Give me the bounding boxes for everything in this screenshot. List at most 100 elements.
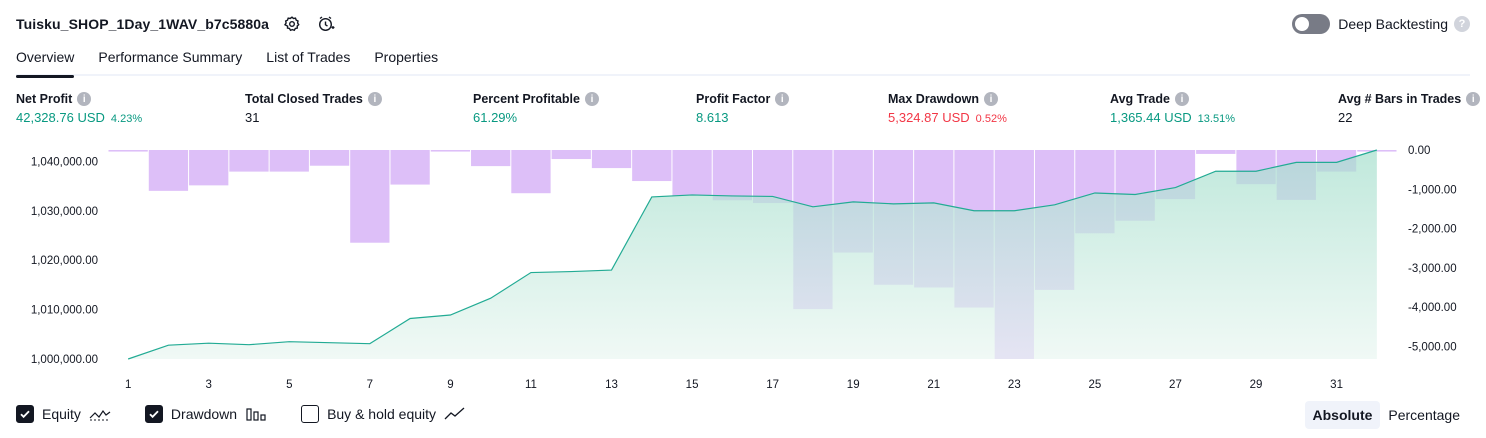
left-axis-tick-label: 1,020,000.00 (31, 255, 98, 267)
bar-chart-icon (246, 408, 266, 421)
metrics-bar: Net Profit i 42,328.76 USD 4.23% Total Clo… (16, 92, 1481, 132)
right-axis: 0.00 -1,000.00 -2,000.00 -3,000.00 -4,000.00… (1408, 145, 1457, 353)
deep-backtesting-label: Deep Backtesting (1338, 16, 1448, 32)
add-alert-clock-icon[interactable] (315, 13, 337, 35)
buy-hold-checkbox[interactable] (301, 405, 320, 423)
info-icon[interactable]: i (367, 92, 382, 106)
deep-backtesting-toggle[interactable] (1292, 14, 1331, 34)
metric-label: Net Profit (16, 92, 73, 106)
drawdown-checkbox[interactable] (144, 405, 163, 423)
report-tabs: Overview Performance Summary List of Tra… (16, 46, 1470, 78)
metric-value: 31 (245, 110, 260, 125)
metric-label: Profit Factor (696, 92, 771, 106)
tab-properties[interactable]: Properties (374, 46, 438, 76)
legend-label: Equity (42, 406, 81, 422)
left-axis-tick-label: 1,010,000.00 (31, 305, 98, 317)
metric-total-closed-trades: Total Closed Trades i 31 (245, 92, 382, 125)
metric-value: 22 (1338, 110, 1353, 125)
right-axis-tick-label: -2,000.00 (1408, 224, 1457, 236)
metric-avg-bars-in-trades: Avg # Bars in Trades i 22 (1338, 92, 1481, 125)
metric-value: 8.613 (696, 110, 729, 125)
metric-percent-profitable: Percent Profitable i 61.29% (473, 92, 599, 125)
drawdown-bar (430, 150, 471, 152)
drawdown-bar (551, 150, 591, 160)
drawdown-bar (632, 150, 672, 182)
metric-percent: 13.51% (1197, 113, 1235, 125)
left-axis-tick-label: 1,030,000.00 (31, 206, 98, 218)
strategy-title: Tuisku_SHOP_1Day_1WAV_b7c5880a (16, 16, 270, 32)
equity-checkbox[interactable] (16, 405, 34, 423)
x-axis: 1 3 5 7 9 11 13 15 17 19 21 23 25 27 29 31 (125, 379, 1343, 391)
metric-label: Avg Trade (1110, 92, 1170, 106)
help-icon[interactable]: ? (1454, 16, 1470, 32)
metric-value: 42,328.76 USD (16, 110, 105, 125)
metric-label: Percent Profitable (473, 92, 580, 106)
info-icon[interactable]: i (77, 92, 92, 106)
x-axis-tick-label: 23 (1008, 379, 1021, 391)
strategy-header: Tuisku_SHOP_1Day_1WAV_b7c5880a (16, 10, 337, 38)
metric-label: Total Closed Trades (245, 92, 363, 106)
info-icon[interactable]: i (1466, 92, 1481, 106)
drawdown-bar (471, 150, 511, 167)
legend-label: Buy & hold equity (327, 406, 437, 422)
drawdown-bar (108, 150, 148, 152)
x-axis-tick-label: 21 (927, 379, 940, 391)
metric-value: 5,324.87 USD (888, 110, 970, 125)
value-mode-toggle: Absolute Percentage (1304, 400, 1469, 430)
x-axis-tick-label: 17 (766, 379, 779, 391)
drawdown-bar (309, 150, 350, 166)
right-axis-tick-label: 0.00 (1408, 145, 1430, 157)
right-axis-tick-label: -1,000.00 (1408, 184, 1457, 196)
drawdown-bar (229, 150, 269, 172)
drawdown-bar (350, 150, 390, 243)
x-axis-tick-label: 11 (525, 379, 537, 391)
settings-gear-icon[interactable] (281, 13, 303, 35)
metric-profit-factor: Profit Factor i 8.613 (696, 92, 790, 125)
metric-label: Max Drawdown (888, 92, 979, 106)
right-axis-tick-label: -3,000.00 (1408, 263, 1457, 275)
tab-performance-summary[interactable]: Performance Summary (98, 46, 242, 76)
x-axis-tick-label: 15 (686, 379, 699, 391)
info-icon[interactable]: i (984, 92, 998, 106)
metric-avg-trade: Avg Trade i 1,365.44 USD 13.51% (1110, 92, 1235, 125)
drawdown-bar (672, 150, 712, 196)
equity-drawdown-chart[interactable]: 1,000,000.00 1,010,000.00 1,020,000.00 1,03… (0, 140, 1486, 395)
x-axis-tick-label: 19 (847, 379, 860, 391)
x-axis-tick-label: 25 (1088, 379, 1101, 391)
info-icon[interactable]: i (775, 92, 790, 106)
drawdown-bar (269, 150, 309, 172)
info-icon[interactable]: i (1174, 92, 1189, 106)
legend-equity[interactable]: Equity (16, 405, 111, 423)
drawdown-bar (148, 150, 189, 191)
tab-overview[interactable]: Overview (16, 46, 75, 78)
metric-percent: 0.52% (975, 113, 1007, 125)
tab-list-of-trades[interactable]: List of Trades (266, 46, 350, 76)
drawdown-bar (511, 150, 551, 194)
chart-legend: Equity Drawdown Buy & hold equity (16, 402, 500, 426)
metric-label: Avg # Bars in Trades (1338, 92, 1462, 106)
drawdown-bar (712, 150, 752, 201)
legend-label: Drawdown (170, 406, 238, 422)
drawdown-bar (1196, 150, 1236, 154)
x-axis-tick-label: 27 (1169, 379, 1182, 391)
left-axis-tick-label: 1,040,000.00 (31, 156, 98, 168)
check-icon (149, 410, 159, 419)
x-axis-tick-label: 31 (1330, 379, 1343, 391)
x-axis-tick-label: 13 (605, 379, 618, 391)
toggle-knob (1295, 17, 1310, 31)
deep-backtesting-control: Deep Backtesting ? (1292, 12, 1470, 36)
absolute-button[interactable]: Absolute (1304, 401, 1381, 429)
right-axis-tick-label: -5,000.00 (1408, 341, 1457, 353)
info-icon[interactable]: i (584, 92, 599, 106)
drawdown-bar (390, 150, 430, 185)
metric-net-profit: Net Profit i 42,328.76 USD 4.23% (16, 92, 142, 125)
x-axis-tick-label: 5 (286, 379, 292, 391)
check-icon (20, 410, 30, 419)
trend-line-icon (444, 407, 465, 420)
legend-drawdown[interactable]: Drawdown (144, 405, 267, 423)
metric-value: 1,365.44 USD (1110, 110, 1192, 125)
equity-line-icon (89, 409, 111, 421)
legend-buy-hold[interactable]: Buy & hold equity (301, 405, 466, 423)
drawdown-bar (189, 150, 229, 186)
percentage-button[interactable]: Percentage (1380, 401, 1468, 429)
